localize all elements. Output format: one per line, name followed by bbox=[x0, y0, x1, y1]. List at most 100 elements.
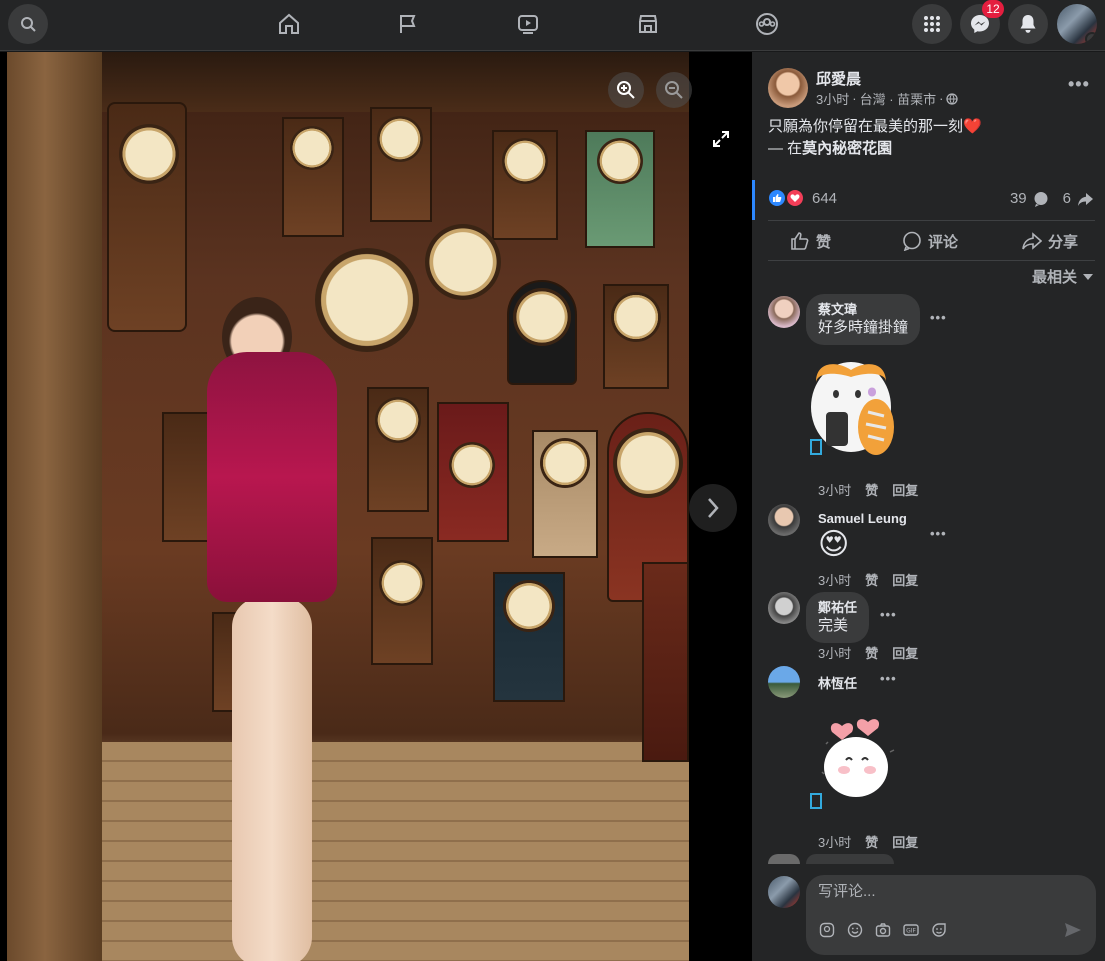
messenger-badge: 12 bbox=[982, 0, 1004, 18]
share-button[interactable]: 分享 bbox=[1022, 229, 1078, 253]
nav-home[interactable] bbox=[273, 10, 305, 38]
photo-clock bbox=[290, 126, 334, 170]
zoom-in-button[interactable] bbox=[608, 72, 644, 108]
divider bbox=[768, 260, 1095, 261]
engagement-counts: 39 6 bbox=[1010, 190, 1093, 207]
post-photo[interactable] bbox=[7, 52, 689, 961]
current-user-avatar[interactable] bbox=[768, 876, 800, 908]
place-link[interactable]: 莫內秘密花園 bbox=[802, 140, 892, 157]
comment-options-button[interactable]: ••• bbox=[930, 526, 947, 541]
like-label: 赞 bbox=[816, 233, 832, 251]
reactions-summary[interactable]: 644 bbox=[768, 189, 837, 207]
gif-icon: GIF bbox=[903, 924, 919, 936]
photo-clock bbox=[503, 580, 555, 632]
bell-icon bbox=[1020, 15, 1036, 33]
comment-bubble-icon bbox=[1034, 191, 1048, 207]
commenter-name[interactable]: 林恆任 bbox=[818, 673, 857, 692]
comment-reply-button[interactable]: 回复 bbox=[892, 643, 918, 662]
nav-groups[interactable] bbox=[751, 10, 783, 38]
post-meta: 3小时 · 台灣 · 苗栗市 · bbox=[816, 89, 959, 108]
comment-like-button[interactable]: 赞 bbox=[865, 643, 878, 662]
commenter-name[interactable]: Samuel Leung bbox=[818, 511, 907, 526]
author-avatar[interactable] bbox=[768, 68, 808, 108]
grid-menu-icon bbox=[924, 16, 940, 32]
share-count[interactable]: 6 bbox=[1063, 190, 1071, 207]
thumbs-up-icon bbox=[791, 232, 809, 250]
comment-emoji: 😍 bbox=[818, 528, 850, 561]
comment-time[interactable]: 3小时 bbox=[818, 643, 851, 662]
comment-like-button[interactable]: 赞 bbox=[865, 480, 878, 499]
share-icon bbox=[1022, 232, 1042, 250]
photo-clock bbox=[502, 138, 548, 184]
comment-text: 完美 bbox=[818, 617, 849, 634]
love-reaction-icon bbox=[786, 189, 804, 207]
composer-tools: GIF bbox=[818, 921, 948, 939]
account-avatar[interactable] bbox=[1057, 4, 1097, 44]
comment-sort-dropdown[interactable]: 最相关 bbox=[1032, 266, 1093, 287]
notifications-button[interactable] bbox=[1008, 4, 1048, 44]
comment-icon bbox=[903, 231, 921, 251]
comment-bubble: 鄭祐任 完美 bbox=[806, 592, 870, 643]
heart-icon: ❤️ bbox=[963, 118, 982, 135]
comment-reply-button[interactable]: 回复 bbox=[892, 480, 918, 499]
cat-sticker bbox=[806, 352, 906, 462]
nav-marketplace[interactable] bbox=[632, 10, 664, 38]
photo-clock bbox=[597, 138, 643, 184]
caret-down-icon bbox=[1083, 273, 1093, 280]
messenger-button[interactable]: 12 bbox=[960, 0, 1004, 44]
commenter-avatar[interactable] bbox=[768, 666, 800, 698]
send-comment-button[interactable] bbox=[1064, 921, 1082, 944]
comment-options-button[interactable]: ••• bbox=[880, 607, 897, 622]
commenter-name[interactable]: 蔡文瑋 bbox=[818, 301, 908, 318]
emoji-button[interactable] bbox=[846, 921, 864, 939]
comment-meta: 3小时 赞 回复 bbox=[818, 643, 918, 662]
post-time[interactable]: 3小时 bbox=[816, 89, 849, 108]
comment-reply-button[interactable]: 回复 bbox=[892, 570, 918, 589]
comment-time[interactable]: 3小时 bbox=[818, 832, 851, 851]
zoom-out-button[interactable] bbox=[656, 72, 692, 108]
reaction-count: 644 bbox=[812, 189, 838, 207]
comment-like-button[interactable]: 赞 bbox=[865, 832, 878, 851]
search-button[interactable] bbox=[8, 4, 48, 44]
comment-time[interactable]: 3小时 bbox=[818, 480, 851, 499]
nav-watch[interactable] bbox=[512, 10, 544, 38]
commenter-avatar[interactable] bbox=[768, 854, 800, 864]
comment-time[interactable]: 3小时 bbox=[818, 570, 851, 589]
comment-like-button[interactable]: 赞 bbox=[865, 570, 878, 589]
avatar-sticker-button[interactable] bbox=[818, 921, 836, 939]
comment-count[interactable]: 39 bbox=[1010, 190, 1027, 207]
photo-clock bbox=[540, 438, 590, 488]
post-details-panel: 邱愛晨 3小时 · 台灣 · 苗栗市 · ••• 只願為你停留在最美的那一刻❤️… bbox=[752, 52, 1105, 961]
fullscreen-button[interactable] bbox=[706, 124, 736, 154]
commenter-avatar[interactable] bbox=[768, 296, 800, 328]
gif-button[interactable]: GIF bbox=[902, 921, 920, 939]
comment-input[interactable] bbox=[818, 883, 1058, 900]
comment-meta: 3小时 赞 回复 bbox=[818, 832, 918, 851]
comment-bubble bbox=[806, 854, 894, 864]
sticker-icon bbox=[932, 923, 946, 937]
menu-button[interactable] bbox=[912, 4, 952, 44]
groups-icon bbox=[756, 13, 778, 35]
comment-options-button[interactable]: ••• bbox=[930, 310, 947, 325]
like-button[interactable]: 赞 bbox=[790, 229, 831, 253]
commenter-avatar[interactable] bbox=[768, 592, 800, 624]
sticker-button[interactable] bbox=[930, 921, 948, 939]
nav-pages[interactable] bbox=[392, 10, 424, 38]
emoji-icon bbox=[847, 922, 863, 938]
author-name[interactable]: 邱愛晨 bbox=[816, 68, 861, 89]
photo-bg-beam bbox=[102, 52, 689, 112]
photo-attach-button[interactable] bbox=[874, 921, 892, 939]
post-location[interactable]: 台灣 · 苗栗市 bbox=[860, 89, 937, 108]
photo-clock bbox=[375, 397, 421, 443]
comment-button[interactable]: 评论 bbox=[902, 229, 958, 253]
comment-options-button[interactable]: ••• bbox=[880, 671, 897, 686]
photo-clock bbox=[513, 288, 571, 346]
next-photo-button[interactable] bbox=[689, 484, 737, 532]
comment-reply-button[interactable]: 回复 bbox=[892, 832, 918, 851]
post-options-button[interactable]: ••• bbox=[1068, 74, 1090, 95]
commenter-name[interactable]: 鄭祐任 bbox=[818, 599, 857, 616]
photo-clock bbox=[611, 292, 661, 342]
svg-text:GIF: GIF bbox=[906, 928, 916, 935]
commenter-avatar[interactable] bbox=[768, 504, 800, 536]
photo-viewer bbox=[0, 52, 752, 961]
